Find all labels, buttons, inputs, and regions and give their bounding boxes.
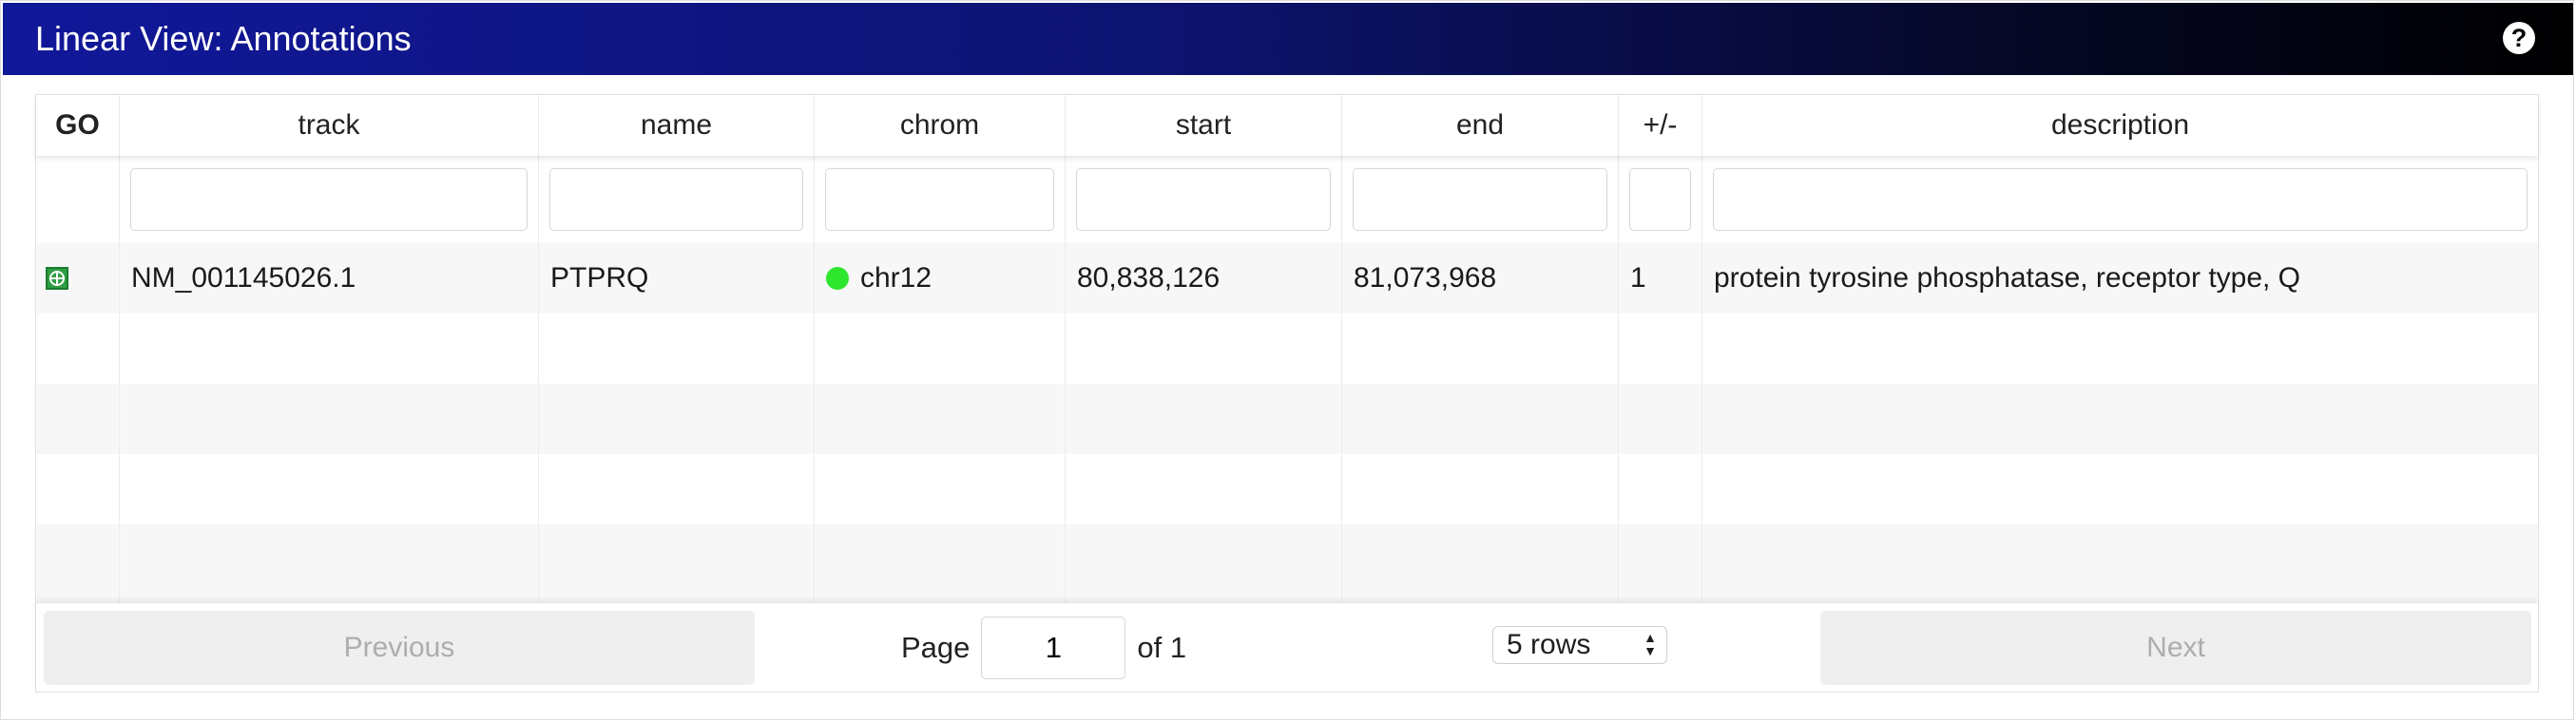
filter-cell-end [1342, 156, 1619, 243]
empty-row [36, 454, 2538, 524]
page-number-input[interactable] [981, 616, 1126, 679]
panel-titlebar: Linear View: Annotations ? [3, 3, 2573, 75]
question-circle-icon[interactable]: ? [2503, 22, 2535, 54]
name-filter-input[interactable] [549, 168, 803, 231]
name-cell: PTPRQ [539, 243, 815, 314]
table-row[interactable]: NM_001145026.1 PTPRQ chr12 80,838,126 81… [36, 243, 2538, 314]
end-filter-input[interactable] [1353, 168, 1607, 231]
column-header-track[interactable]: track [120, 95, 539, 156]
chrom-cell: chr12 [815, 243, 1066, 314]
filter-cell-description [1702, 156, 2538, 243]
filter-cell-chrom [815, 156, 1066, 243]
table-header: GO track name chrom start end +/- descri… [36, 95, 2538, 156]
rows-per-page-select[interactable]: 5 rows ▲ ▼ [1492, 626, 1667, 664]
rows-per-page-value: 5 rows [1507, 629, 1591, 660]
annotations-table: GO track name chrom start end +/- descri… [35, 94, 2539, 693]
filter-cell-start [1066, 156, 1342, 243]
chrom-text: chr12 [860, 262, 932, 294]
empty-row [36, 524, 2538, 603]
page-jump: Page of 1 [901, 603, 1186, 692]
chrom-filter-input[interactable] [825, 168, 1054, 231]
column-header-name[interactable]: name [539, 95, 815, 156]
track-filter-input[interactable] [130, 168, 528, 231]
column-header-description[interactable]: description [1702, 95, 2538, 156]
chrom-color-icon [826, 267, 849, 290]
select-arrows-icon: ▲ ▼ [1644, 630, 1657, 658]
strand-filter-input[interactable] [1629, 168, 1691, 231]
pagination-bar: Previous Page of 1 5 rows ▲▼ Next [36, 603, 2538, 692]
filter-cell-strand [1619, 156, 1702, 243]
empty-row [36, 314, 2538, 384]
column-header-chrom[interactable]: chrom [815, 95, 1066, 156]
column-header-end[interactable]: end [1342, 95, 1619, 156]
page-label: Page [901, 630, 971, 664]
column-header-start[interactable]: start [1066, 95, 1342, 156]
description-cell: protein tyrosine phosphatase, receptor t… [1714, 262, 2301, 294]
page-total-label: of 1 [1137, 630, 1187, 664]
strand-cell: 1 [1619, 243, 1702, 314]
next-button[interactable]: Next [1820, 611, 2531, 685]
track-cell: NM_001145026.1 [120, 243, 539, 314]
start-cell: 80,838,126 [1066, 243, 1342, 314]
go-to-target-icon[interactable] [46, 267, 68, 290]
panel-title: Linear View: Annotations [35, 19, 412, 58]
previous-button[interactable]: Previous [44, 611, 755, 685]
filter-row [36, 156, 2538, 243]
annotations-panel: Linear View: Annotations ? GO track name… [0, 0, 2574, 720]
go-cell [36, 243, 120, 314]
empty-row [36, 384, 2538, 454]
start-filter-input[interactable] [1076, 168, 1331, 231]
description-filter-input[interactable] [1713, 168, 2528, 231]
column-header-go[interactable]: GO [36, 95, 120, 156]
column-header-strand[interactable]: +/- [1619, 95, 1702, 156]
filter-cell-track [120, 156, 539, 243]
end-cell: 81,073,968 [1342, 243, 1619, 314]
filter-cell-name [539, 156, 815, 243]
filter-cell-go [36, 156, 120, 243]
